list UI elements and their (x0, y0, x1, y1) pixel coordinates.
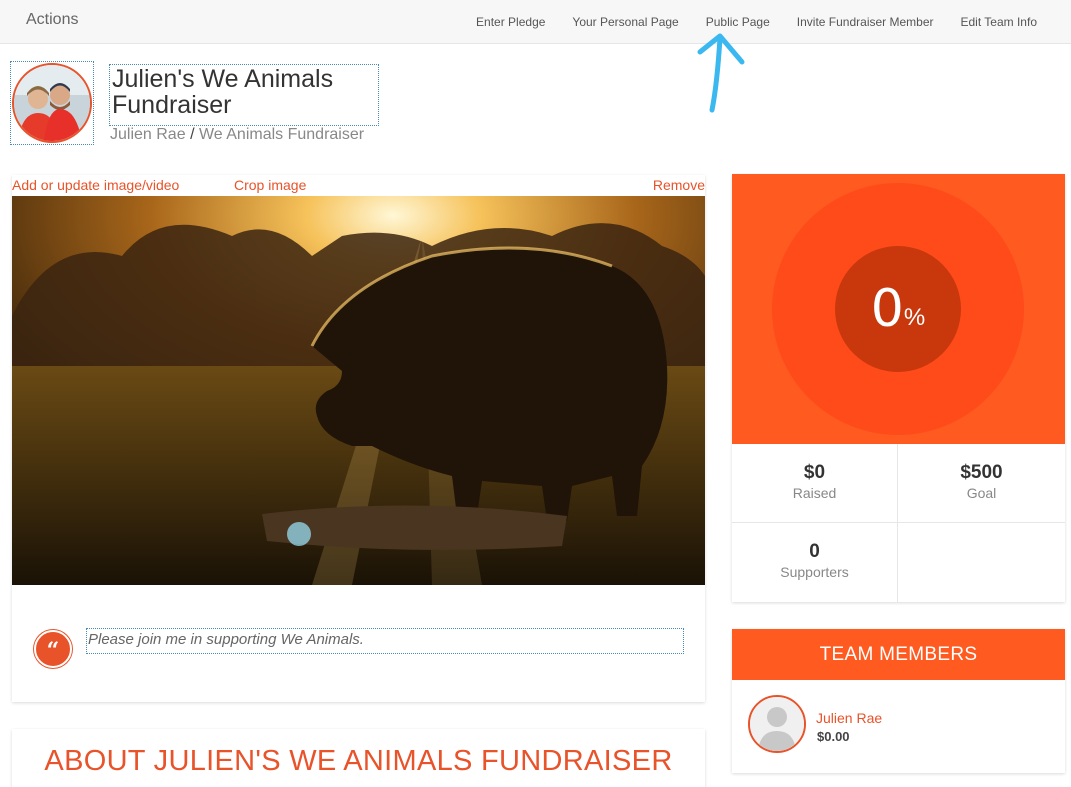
progress-card: 0 % $0 Raised $500 Goal 0 Supporters (732, 174, 1065, 602)
stat-raised: $0 Raised (732, 444, 898, 523)
raised-label: Raised (792, 485, 837, 501)
about-section: ABOUT JULIEN'S WE ANIMALS FUNDRAISER (12, 729, 705, 787)
supporters-value: 0 (809, 541, 820, 562)
breadcrumb-separator: / (190, 126, 195, 143)
media-card: Add or update image/video Crop image Rem… (12, 175, 705, 702)
about-heading: ABOUT JULIEN'S WE ANIMALS FUNDRAISER (44, 745, 673, 777)
breadcrumb-page: We Animals Fundraiser (198, 126, 365, 143)
progress-percent: 0 % (835, 246, 961, 372)
campaign-photo (12, 196, 705, 585)
nav-links: Enter Pledge Your Personal Page Public P… (476, 0, 1071, 44)
remove-media-link[interactable]: Remove (653, 177, 705, 193)
stat-supporters: 0 Supporters (732, 523, 898, 602)
team-members-heading: TEAM MEMBERS (732, 629, 1065, 680)
quote-icon: “ (34, 630, 72, 668)
stat-empty (898, 523, 1065, 602)
stat-goal: $500 Goal (898, 444, 1065, 523)
quote-input[interactable]: Please join me in supporting We Animals. (86, 628, 684, 654)
supporters-label: Supporters (780, 564, 849, 580)
nav-enter-pledge[interactable]: Enter Pledge (476, 15, 545, 29)
top-nav-bar: Actions Enter Pledge Your Personal Page … (0, 0, 1071, 44)
breadcrumb-owner[interactable]: Julien Rae (110, 126, 186, 143)
member-avatar-icon (748, 695, 806, 753)
stats-grid: $0 Raised $500 Goal 0 Supporters (732, 444, 1065, 602)
breadcrumb: Julien Rae / We Animals Fundraiser (110, 126, 364, 144)
nav-invite-member[interactable]: Invite Fundraiser Member (797, 15, 934, 29)
fundraiser-title-field[interactable]: Julien's We Animals Fundraiser (109, 64, 379, 126)
profile-avatar-frame[interactable] (10, 61, 94, 145)
add-update-media-link[interactable]: Add or update image/video (12, 177, 179, 193)
nav-public-page[interactable]: Public Page (706, 15, 770, 29)
nav-edit-team-info[interactable]: Edit Team Info (961, 15, 1038, 29)
member-amount: $0.00 (817, 729, 850, 744)
team-members-card: TEAM MEMBERS Julien Rae $0.00 (732, 629, 1065, 773)
media-actions: Add or update image/video Crop image Rem… (12, 175, 705, 197)
raised-value: $0 (803, 462, 826, 483)
actions-title: Actions (26, 11, 79, 28)
nav-personal-page[interactable]: Your Personal Page (572, 15, 678, 29)
avatar-photo (14, 65, 90, 141)
progress-visual: 0 % (732, 174, 1065, 444)
member-name[interactable]: Julien Rae (816, 710, 882, 726)
crop-image-link[interactable]: Crop image (234, 177, 306, 193)
percent-sign: % (903, 304, 926, 331)
avatar (12, 63, 92, 143)
percent-value: 0 (870, 279, 904, 339)
page-title: Julien's We Animals Fundraiser (112, 65, 334, 119)
goal-value: $500 (960, 462, 1003, 483)
goal-label: Goal (966, 485, 997, 501)
